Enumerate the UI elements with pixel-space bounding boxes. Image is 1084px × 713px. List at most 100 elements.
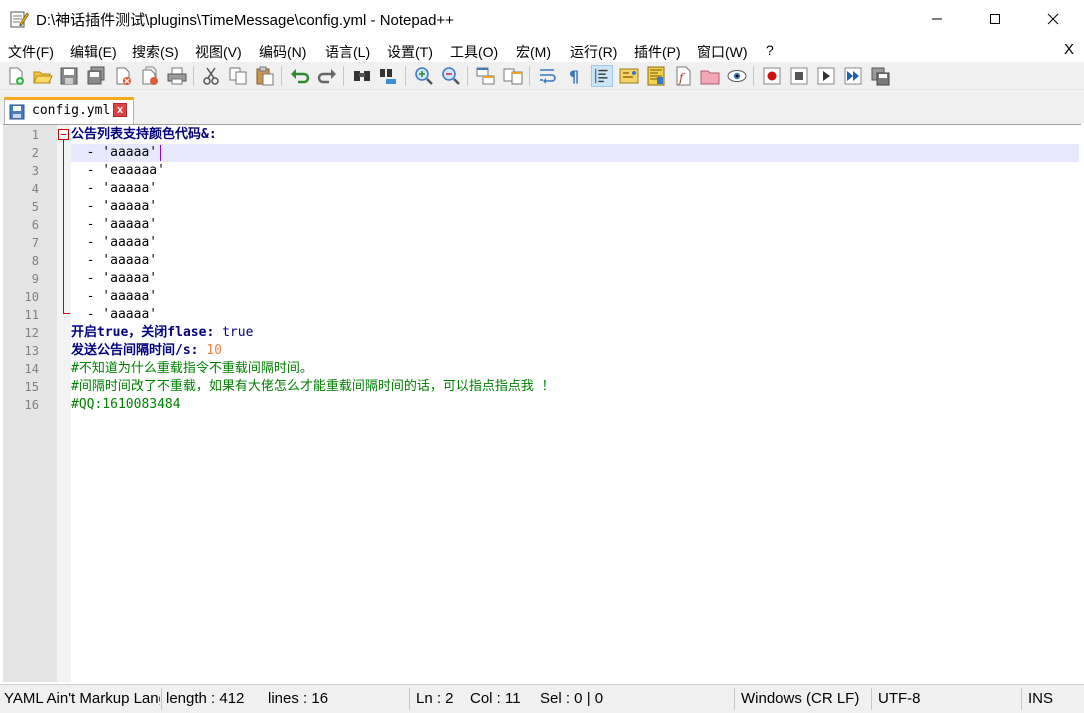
folder-as-workspace-icon[interactable] (699, 65, 721, 87)
indent-guide-icon[interactable] (591, 65, 613, 87)
menu-bar: 文件(F) 编辑(E) 搜索(S) 视图(V) 编码(N) 语言(L) 设置(T… (0, 38, 1084, 62)
close-window-button[interactable] (1024, 0, 1082, 38)
line-number: 12 (24, 326, 39, 340)
code-token: - 'aaaaa' (71, 145, 158, 160)
replace-icon[interactable] (378, 65, 400, 87)
menu-macro[interactable]: 宏(M) (516, 42, 551, 62)
open-file-icon[interactable] (31, 65, 53, 87)
stop-record-icon[interactable] (788, 65, 810, 87)
status-encoding[interactable]: UTF-8 (878, 690, 921, 707)
menu-settings[interactable]: 设置(T) (387, 42, 433, 62)
tab-config-yml[interactable]: config.yml x (4, 97, 134, 124)
code-line[interactable]: 开启true，关闭flase: true (71, 324, 1079, 342)
menu-tools[interactable]: 工具(O) (450, 42, 498, 62)
code-line[interactable]: - 'aaaaa' (71, 288, 1079, 306)
status-eol[interactable]: Windows (CR LF) (741, 690, 859, 707)
code-line[interactable]: 发送公告间隔时间/s: 10 (71, 342, 1079, 360)
code-line[interactable]: - 'eaaaaa' (71, 162, 1079, 180)
line-number-gutter: 1 2 3 4 5 6 7 8 9 10 11 12 13 14 15 16 (3, 125, 57, 682)
redo-icon[interactable] (316, 65, 338, 87)
editor-area[interactable]: 1 2 3 4 5 6 7 8 9 10 11 12 13 14 15 16 公告列表支持颜色代码&: - '… (3, 124, 1081, 682)
maximize-button[interactable] (966, 0, 1024, 38)
tab-close-button[interactable]: x (113, 103, 127, 117)
user-language-icon[interactable] (618, 65, 640, 87)
code-line[interactable]: - 'aaaaa' (71, 270, 1079, 288)
code-line[interactable]: #间隔时间改了不重载，如果有大佬怎么才能重载间隔时间的话，可以指点指点我 ！ (71, 378, 1079, 396)
toolbar-separator (281, 66, 282, 86)
sync-horizontal-icon[interactable] (502, 65, 524, 87)
line-number: 14 (24, 362, 39, 376)
menu-file[interactable]: 文件(F) (8, 42, 54, 62)
line-number: 16 (24, 398, 39, 412)
fold-collapse-icon[interactable] (58, 129, 69, 140)
status-column: Col : 11 (470, 690, 521, 707)
code-line[interactable]: - 'aaaaa' (71, 234, 1079, 252)
line-number: 6 (31, 218, 39, 232)
function-list-icon[interactable]: f (672, 65, 694, 87)
minimize-button[interactable] (908, 0, 966, 38)
code-line[interactable]: - 'aaaaa' (71, 216, 1079, 234)
menu-search[interactable]: 搜索(S) (132, 42, 179, 62)
code-line[interactable]: 公告列表支持颜色代码&: (71, 126, 1079, 144)
title-bar: D:\神话插件测试\plugins\TimeMessage\config.yml… (0, 0, 1084, 38)
save-all-icon[interactable] (85, 65, 107, 87)
word-wrap-icon[interactable] (537, 65, 559, 87)
code-token: #QQ:1610083484 (71, 397, 181, 412)
toolbar-separator (467, 66, 468, 86)
find-icon[interactable] (351, 65, 373, 87)
menu-plugins[interactable]: 插件(P) (634, 42, 681, 62)
menu-run[interactable]: 运行(R) (570, 42, 617, 62)
menu-encoding[interactable]: 编码(N) (259, 42, 306, 62)
doc-map-icon[interactable] (645, 65, 667, 87)
code-line[interactable]: #QQ:1610083484 (71, 396, 1079, 414)
menu-window[interactable]: 窗口(W) (697, 42, 748, 62)
status-bar: YAML Ain't Markup Language length : 412 … (0, 684, 1084, 713)
record-macro-icon[interactable] (761, 65, 783, 87)
undo-icon[interactable] (289, 65, 311, 87)
save-macro-icon[interactable] (869, 65, 891, 87)
sync-vertical-icon[interactable] (475, 65, 497, 87)
run-macro-multiple-icon[interactable] (842, 65, 864, 87)
code-line[interactable]: #不知道为什么重载指令不重载间隔时间。 (71, 360, 1079, 378)
close-document-button[interactable]: X (1064, 41, 1074, 58)
fold-margin[interactable] (57, 125, 71, 682)
svg-text:¶: ¶ (569, 67, 579, 86)
status-separator (409, 688, 410, 710)
save-icon[interactable] (58, 65, 80, 87)
status-insert-mode[interactable]: INS (1028, 690, 1053, 707)
play-macro-icon[interactable] (815, 65, 837, 87)
menu-help[interactable]: ? (766, 42, 774, 58)
status-separator (734, 688, 735, 710)
maximize-icon (990, 14, 1000, 24)
copy-icon[interactable] (227, 65, 249, 87)
show-all-chars-icon[interactable]: ¶ (564, 65, 586, 87)
paste-icon[interactable] (254, 65, 276, 87)
code-line[interactable]: - 'aaaaa' (71, 180, 1079, 198)
line-number: 13 (24, 344, 39, 358)
toolbar: ¶ f (0, 62, 1084, 90)
toolbar-separator (529, 66, 530, 86)
tab-label: config.yml (32, 103, 111, 118)
code-line[interactable]: - 'aaaaa' (71, 252, 1079, 270)
saved-file-icon (9, 104, 25, 120)
status-separator (871, 688, 872, 710)
status-language: YAML Ain't Markup Language (4, 690, 160, 707)
cut-icon[interactable] (200, 65, 222, 87)
code-line[interactable]: - 'aaaaa' (71, 144, 1079, 162)
menu-language[interactable]: 语言(L) (325, 42, 370, 62)
menu-view[interactable]: 视图(V) (195, 42, 242, 62)
menu-edit[interactable]: 编辑(E) (70, 42, 117, 62)
close-all-icon[interactable] (139, 65, 161, 87)
code-token: 公告列表支持颜色代码 (71, 127, 202, 142)
code-line[interactable]: - 'aaaaa' (71, 198, 1079, 216)
line-number: 11 (24, 308, 39, 322)
monitoring-icon[interactable] (726, 65, 748, 87)
zoom-in-icon[interactable] (413, 65, 435, 87)
print-icon[interactable] (166, 65, 188, 87)
code-line[interactable]: - 'aaaaa' (71, 306, 1079, 324)
close-file-icon[interactable] (112, 65, 134, 87)
new-file-icon[interactable] (5, 65, 27, 87)
line-number: 3 (31, 164, 39, 178)
toolbar-separator (193, 66, 194, 86)
zoom-out-icon[interactable] (440, 65, 462, 87)
